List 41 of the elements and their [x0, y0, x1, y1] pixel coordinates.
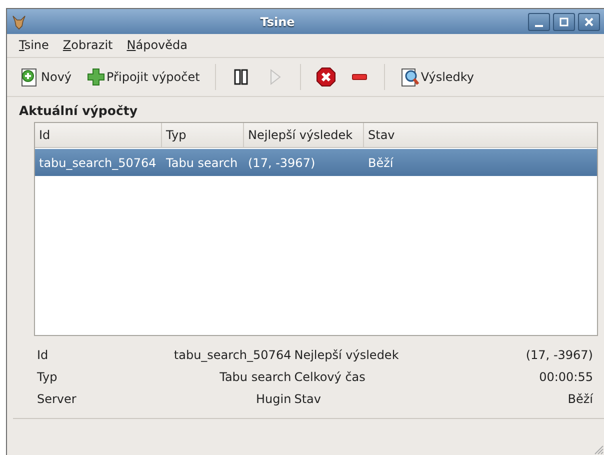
- table-cell-text: Běží: [367, 154, 394, 172]
- results-button[interactable]: Výsledky: [394, 63, 480, 91]
- column-header[interactable]: Id: [35, 123, 162, 147]
- detail-value: Běží: [566, 392, 594, 406]
- table-cell-text: tabu_search_50764: [38, 154, 158, 172]
- detail-label: Stav: [294, 392, 322, 406]
- detail-label: Celkový čas: [294, 370, 366, 384]
- stop-sign-icon: [316, 67, 336, 87]
- menu-item[interactable]: Nápověda: [126, 38, 188, 52]
- section-heading: Aktuální výpočty: [18, 102, 138, 120]
- connect-button[interactable]: Připojit výpočet: [80, 63, 205, 91]
- new-button[interactable]: Nový: [15, 63, 77, 91]
- detail-value: (17, -3967): [524, 348, 594, 362]
- table-cell-text: (17, -3967): [247, 154, 316, 172]
- minimize-icon: [535, 24, 543, 26]
- maximize-button[interactable]: [553, 12, 575, 30]
- detail-label: Id: [37, 348, 50, 362]
- detail-label: Typ: [37, 370, 58, 384]
- minus-icon: [352, 74, 367, 80]
- resize-grip-icon: [592, 443, 604, 455]
- close-button[interactable]: [578, 12, 600, 30]
- minimize-button[interactable]: [528, 12, 550, 30]
- detail-value: tabu_search_50764: [172, 348, 292, 362]
- plus-icon: [86, 67, 106, 87]
- close-icon: [583, 16, 595, 28]
- detail-label: Nejlepší výsledek: [294, 348, 399, 362]
- column-header[interactable]: Typ: [162, 123, 244, 147]
- detail-value: Hugin: [255, 392, 292, 406]
- menu-item[interactable]: Zobrazit: [62, 38, 113, 52]
- column-header[interactable]: Nejlepší výsledek: [244, 123, 364, 147]
- animal-head-icon: [11, 14, 27, 30]
- table-cell-text: Tabu search: [165, 154, 239, 172]
- detail-value: Tabu search: [218, 370, 292, 384]
- maximize-icon: [558, 16, 570, 28]
- column-header[interactable]: Stav: [364, 123, 597, 147]
- menu-item[interactable]: Tsine: [19, 38, 49, 52]
- window-title: Tsine: [259, 14, 296, 28]
- detail-value: 00:00:55: [538, 370, 594, 384]
- detail-label: Server: [37, 392, 78, 406]
- table-row[interactable]: tabu_search_50764 Tabu search (17, -3967) Běží: [35, 149, 597, 176]
- magnifier-icon: [400, 67, 420, 87]
